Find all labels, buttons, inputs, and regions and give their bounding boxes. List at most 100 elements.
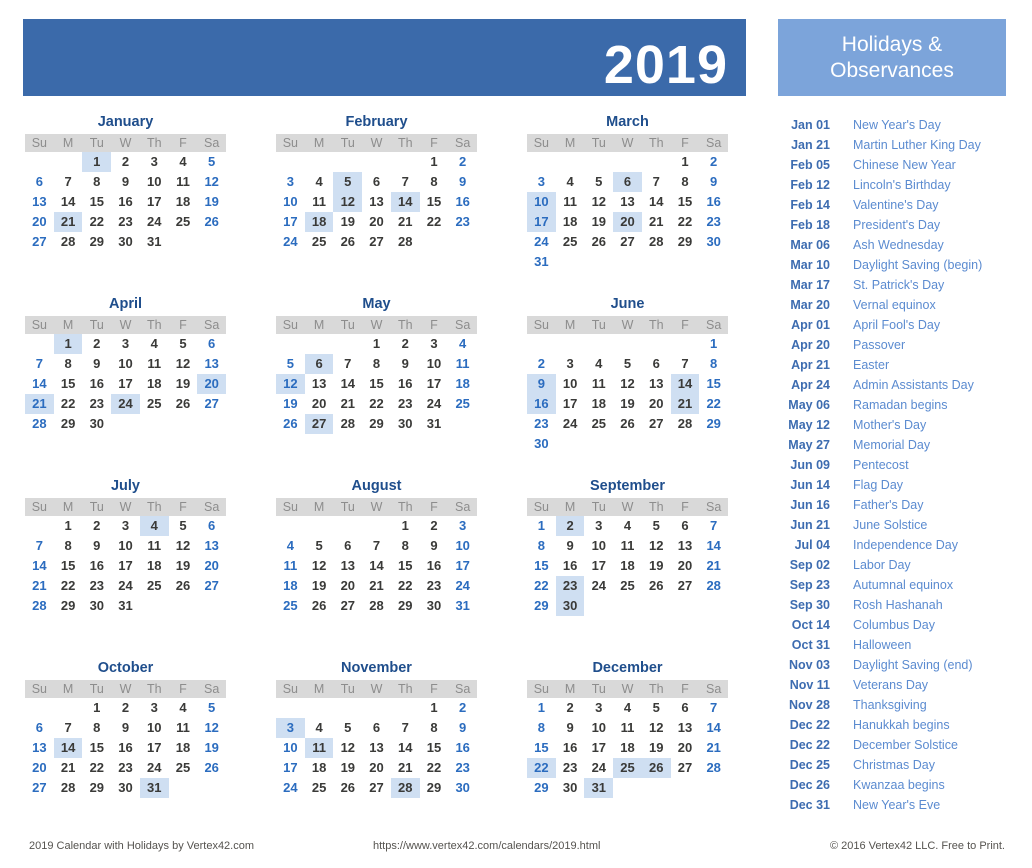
day-cell[interactable]: 23 xyxy=(527,414,556,434)
day-cell[interactable]: 12 xyxy=(584,192,613,212)
day-cell[interactable]: 5 xyxy=(333,718,362,738)
day-cell[interactable]: 23 xyxy=(448,758,477,778)
day-cell[interactable]: 10 xyxy=(276,192,305,212)
day-cell[interactable]: 13 xyxy=(362,738,391,758)
day-cell[interactable]: 10 xyxy=(140,718,169,738)
day-cell[interactable]: 1 xyxy=(82,698,111,718)
day-cell[interactable]: 25 xyxy=(448,394,477,414)
day-cell[interactable]: 5 xyxy=(169,516,198,536)
day-cell[interactable]: 23 xyxy=(111,212,140,232)
day-cell[interactable]: 5 xyxy=(613,354,642,374)
day-cell[interactable]: 12 xyxy=(276,374,305,394)
day-cell[interactable]: 18 xyxy=(169,738,198,758)
day-cell[interactable]: 2 xyxy=(391,334,420,354)
day-cell[interactable]: 15 xyxy=(699,374,728,394)
day-cell[interactable]: 12 xyxy=(613,374,642,394)
day-cell[interactable]: 25 xyxy=(613,758,642,778)
day-cell[interactable]: 1 xyxy=(527,516,556,536)
day-cell[interactable]: 14 xyxy=(390,192,420,212)
day-cell[interactable]: 21 xyxy=(670,394,700,414)
day-cell[interactable]: 9 xyxy=(556,536,585,556)
day-cell[interactable]: 9 xyxy=(527,374,556,394)
day-cell[interactable]: 14 xyxy=(25,556,54,576)
day-cell[interactable]: 3 xyxy=(584,516,613,536)
day-cell[interactable]: 17 xyxy=(420,374,449,394)
day-cell[interactable]: 21 xyxy=(642,212,671,232)
day-cell[interactable]: 21 xyxy=(362,576,391,596)
day-cell[interactable]: 5 xyxy=(305,536,334,556)
day-cell[interactable]: 4 xyxy=(169,152,198,172)
day-cell[interactable]: 7 xyxy=(333,354,362,374)
day-cell[interactable]: 12 xyxy=(305,556,334,576)
day-cell[interactable]: 12 xyxy=(642,718,671,738)
day-cell[interactable]: 26 xyxy=(333,232,362,252)
day-cell[interactable]: 18 xyxy=(140,374,169,394)
day-cell[interactable]: 15 xyxy=(54,374,83,394)
day-cell[interactable]: 31 xyxy=(139,778,169,798)
day-cell[interactable]: 22 xyxy=(527,758,556,778)
day-cell[interactable]: 24 xyxy=(140,758,169,778)
day-cell[interactable]: 16 xyxy=(111,738,140,758)
day-cell[interactable]: 23 xyxy=(82,394,111,414)
day-cell[interactable]: 5 xyxy=(333,172,363,192)
day-cell[interactable]: 24 xyxy=(276,778,305,798)
day-cell[interactable]: 29 xyxy=(54,596,83,616)
day-cell[interactable]: 20 xyxy=(305,394,334,414)
day-cell[interactable]: 22 xyxy=(420,212,449,232)
day-cell[interactable]: 23 xyxy=(82,576,111,596)
day-cell[interactable]: 13 xyxy=(671,718,700,738)
day-cell[interactable]: 16 xyxy=(448,192,477,212)
day-cell[interactable]: 24 xyxy=(111,576,140,596)
day-cell[interactable]: 6 xyxy=(197,334,226,354)
day-cell[interactable]: 18 xyxy=(169,192,198,212)
day-cell[interactable]: 30 xyxy=(82,596,111,616)
day-cell[interactable]: 27 xyxy=(642,414,671,434)
day-cell[interactable]: 4 xyxy=(276,536,305,556)
day-cell[interactable]: 12 xyxy=(333,192,363,212)
day-cell[interactable]: 17 xyxy=(111,374,140,394)
day-cell[interactable]: 27 xyxy=(25,232,54,252)
day-cell[interactable]: 24 xyxy=(448,576,477,596)
day-cell[interactable]: 27 xyxy=(362,232,391,252)
day-cell[interactable]: 10 xyxy=(556,374,585,394)
day-cell[interactable]: 28 xyxy=(333,414,362,434)
day-cell[interactable]: 22 xyxy=(82,758,111,778)
day-cell[interactable]: 28 xyxy=(54,232,83,252)
day-cell[interactable]: 18 xyxy=(613,738,642,758)
day-cell[interactable]: 10 xyxy=(420,354,449,374)
day-cell[interactable]: 2 xyxy=(699,152,728,172)
day-cell[interactable]: 22 xyxy=(391,576,420,596)
day-cell[interactable]: 13 xyxy=(197,536,226,556)
day-cell[interactable]: 30 xyxy=(420,596,449,616)
day-cell[interactable]: 2 xyxy=(111,152,140,172)
day-cell[interactable]: 1 xyxy=(420,698,449,718)
day-cell[interactable]: 6 xyxy=(671,698,700,718)
day-cell[interactable]: 2 xyxy=(527,354,556,374)
day-cell[interactable]: 2 xyxy=(82,334,111,354)
day-cell[interactable]: 23 xyxy=(448,212,477,232)
day-cell[interactable]: 31 xyxy=(111,596,140,616)
day-cell[interactable]: 30 xyxy=(448,778,477,798)
day-cell[interactable]: 20 xyxy=(333,576,362,596)
day-cell[interactable]: 7 xyxy=(391,718,420,738)
day-cell[interactable]: 8 xyxy=(82,172,111,192)
day-cell[interactable]: 29 xyxy=(82,232,111,252)
day-cell[interactable]: 18 xyxy=(140,556,169,576)
day-cell[interactable]: 8 xyxy=(699,354,728,374)
day-cell[interactable]: 27 xyxy=(671,576,700,596)
day-cell[interactable]: 8 xyxy=(527,536,556,556)
day-cell[interactable]: 19 xyxy=(305,576,334,596)
day-cell[interactable]: 30 xyxy=(391,414,420,434)
day-cell[interactable]: 1 xyxy=(82,152,112,172)
day-cell[interactable]: 8 xyxy=(671,172,700,192)
day-cell[interactable]: 3 xyxy=(140,698,169,718)
day-cell[interactable]: 23 xyxy=(699,212,728,232)
day-cell[interactable]: 21 xyxy=(391,758,420,778)
day-cell[interactable]: 28 xyxy=(362,596,391,616)
day-cell[interactable]: 30 xyxy=(555,596,585,616)
day-cell[interactable]: 19 xyxy=(169,556,198,576)
day-cell[interactable]: 30 xyxy=(527,434,556,454)
day-cell[interactable]: 16 xyxy=(527,394,556,414)
day-cell[interactable]: 15 xyxy=(527,556,556,576)
day-cell[interactable]: 15 xyxy=(82,192,111,212)
